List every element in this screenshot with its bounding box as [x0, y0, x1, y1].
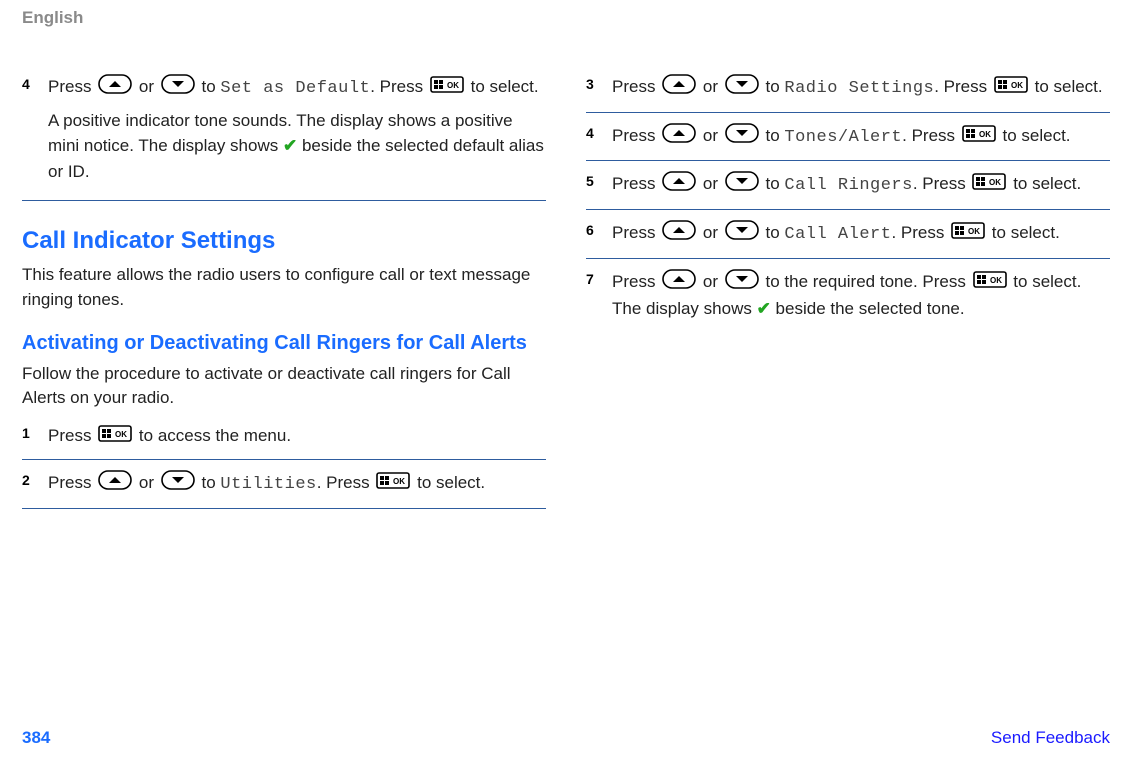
ok-button-icon	[973, 270, 1007, 296]
menu-label: Radio Settings	[784, 79, 934, 98]
step-4-left: 4 Press or to Set as Default. Press to s…	[22, 66, 546, 201]
step-number: 4	[22, 74, 48, 190]
up-button-icon	[662, 220, 696, 248]
up-button-icon	[98, 470, 132, 498]
step-text: Press or to Call Ringers. Press to selec…	[612, 171, 1110, 199]
step-5: 5 Press or to Call Ringers. Press to sel…	[586, 163, 1110, 210]
step-text: Press or to the required tone. Press to …	[612, 269, 1110, 322]
step-text: Press or to Set as Default. Press to sel…	[48, 74, 546, 102]
step-number: 6	[586, 220, 612, 248]
section-body: This feature allows the radio users to c…	[22, 263, 546, 312]
step-7: 7 Press or to the required tone. Press t…	[586, 261, 1110, 332]
down-button-icon	[161, 74, 195, 102]
step-note: A positive indicator tone sounds. The di…	[48, 108, 546, 185]
page-footer: 384 Send Feedback	[22, 728, 1110, 748]
step-number: 7	[586, 269, 612, 322]
ok-button-icon	[376, 471, 410, 497]
ok-button-icon	[994, 75, 1028, 101]
down-button-icon	[725, 171, 759, 199]
ok-button-icon	[951, 221, 985, 247]
step-6: 6 Press or to Call Alert. Press to selec…	[586, 212, 1110, 259]
ok-button-icon	[972, 172, 1006, 198]
step-1: 1 Press to access the menu.	[22, 415, 546, 460]
menu-label: Tones/Alert	[784, 128, 902, 147]
down-button-icon	[725, 269, 759, 297]
step-2: 2 Press or to Utilities. Press to select…	[22, 462, 546, 509]
check-icon: ✔	[283, 136, 297, 155]
step-number: 4	[586, 123, 612, 151]
up-button-icon	[662, 269, 696, 297]
step-4-right: 4 Press or to Tones/Alert. Press to sele…	[586, 115, 1110, 162]
up-button-icon	[662, 171, 696, 199]
menu-label: Call Alert	[784, 225, 891, 244]
check-icon: ✔	[757, 299, 771, 318]
down-button-icon	[725, 220, 759, 248]
menu-label: Set as Default	[220, 79, 370, 98]
step-text: Press or to Radio Settings. Press to sel…	[612, 74, 1110, 102]
send-feedback-link[interactable]: Send Feedback	[991, 728, 1110, 748]
step-number: 1	[22, 423, 48, 449]
subsection-heading: Activating or Deactivating Call Ringers …	[22, 331, 546, 356]
menu-label: Call Ringers	[784, 177, 912, 196]
step-number: 5	[586, 171, 612, 199]
language-header: English	[22, 8, 1110, 28]
step-text: Press or to Utilities. Press to select.	[48, 470, 546, 498]
step-number: 3	[586, 74, 612, 102]
step-text: Press or to Call Alert. Press to select.	[612, 220, 1110, 248]
page-number: 384	[22, 728, 50, 748]
ok-button-icon	[98, 424, 132, 450]
down-button-icon	[161, 470, 195, 498]
down-button-icon	[725, 74, 759, 102]
up-button-icon	[662, 123, 696, 151]
step-number: 2	[22, 470, 48, 498]
up-button-icon	[662, 74, 696, 102]
ok-button-icon	[962, 124, 996, 150]
ok-button-icon	[430, 75, 464, 101]
section-heading: Call Indicator Settings	[22, 227, 546, 255]
subsection-body: Follow the procedure to activate or deac…	[22, 362, 546, 411]
step-3: 3 Press or to Radio Settings. Press to s…	[586, 66, 1110, 113]
right-column: 3 Press or to Radio Settings. Press to s…	[586, 66, 1110, 511]
up-button-icon	[98, 74, 132, 102]
left-column: 4 Press or to Set as Default. Press to s…	[22, 66, 546, 511]
down-button-icon	[725, 123, 759, 151]
menu-label: Utilities	[220, 475, 316, 494]
step-text: Press or to Tones/Alert. Press to select…	[612, 123, 1110, 151]
step-text: Press to access the menu.	[48, 423, 546, 449]
